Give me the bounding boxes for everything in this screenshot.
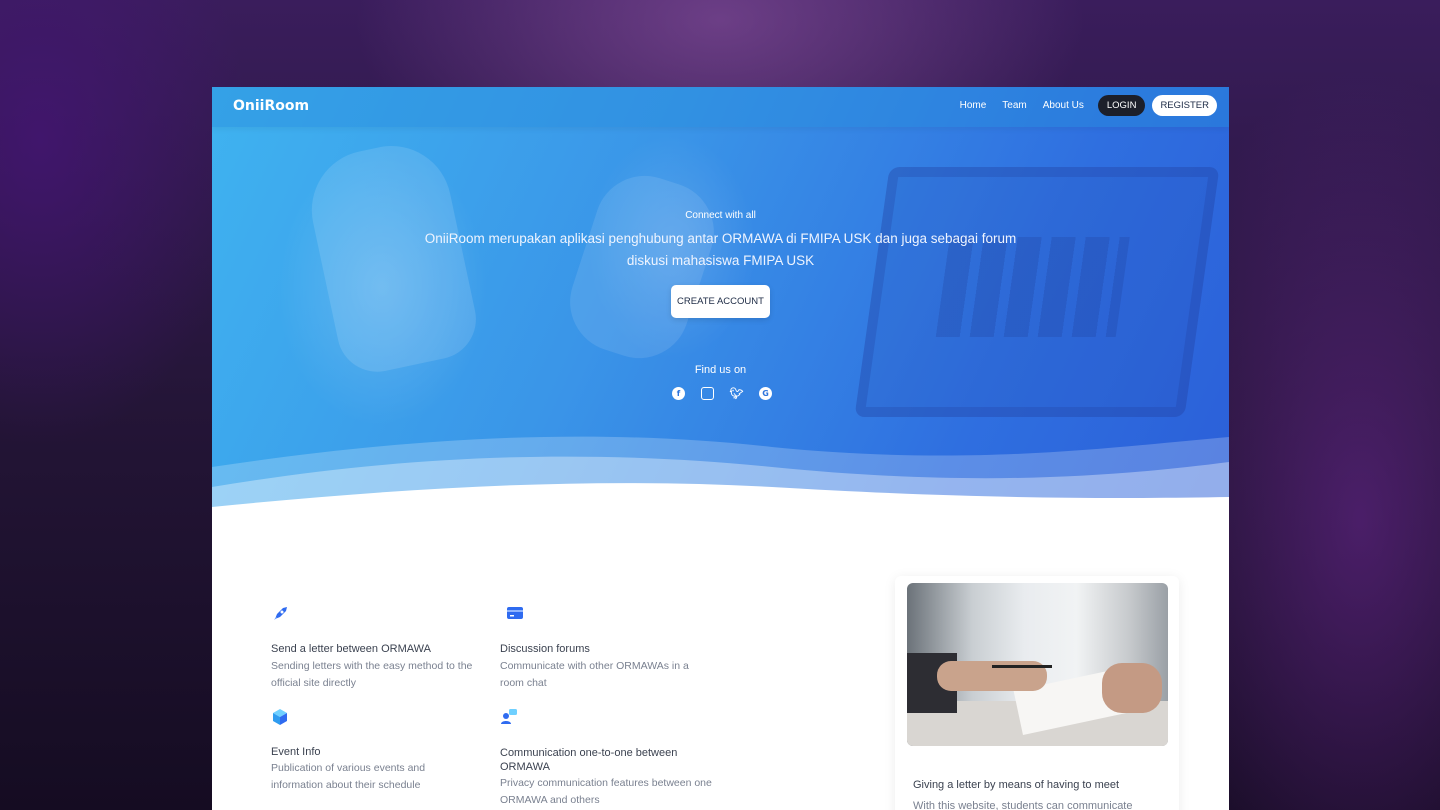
feature-title: Communication one-to-one between ORMAWA — [500, 747, 678, 773]
feature-description: Communicate with other ORMAWAs in a room… — [500, 660, 689, 689]
register-button[interactable]: REGISTER — [1152, 95, 1217, 116]
credit-card-icon — [507, 607, 523, 619]
instagram-icon[interactable] — [701, 387, 714, 400]
hero-description: OniiRoom merupakan aplikasi penghubung a… — [424, 231, 1017, 268]
google-plus-icon[interactable]: G — [759, 387, 772, 400]
login-button[interactable]: LOGIN — [1097, 95, 1146, 116]
nav-home[interactable]: Home — [952, 100, 995, 111]
hero-tagline: Connect with all — [685, 210, 756, 221]
user-chat-icon — [501, 709, 517, 724]
navbar: OniiRoom Home Team About Us LOGIN REGIST… — [212, 87, 1229, 127]
feature-title: Discussion forums — [500, 643, 590, 655]
hero-photo-laptop — [854, 167, 1220, 417]
card-image-hand — [1102, 663, 1162, 713]
browser-page: OniiRoom Home Team About Us LOGIN REGIST… — [212, 87, 1229, 810]
info-card: Giving a letter by means of having to me… — [895, 576, 1179, 810]
rocket-icon — [274, 607, 287, 620]
nav-team[interactable]: Team — [994, 100, 1034, 111]
nav-about-us[interactable]: About Us — [1035, 100, 1092, 111]
card-image — [907, 583, 1168, 746]
social-links: f 🐦︎ G — [672, 387, 772, 400]
twitter-icon[interactable]: 🐦︎ — [730, 387, 744, 400]
create-account-button[interactable]: CREATE ACCOUNT — [671, 285, 770, 318]
feature-title: Send a letter between ORMAWA — [271, 643, 431, 655]
hero-section: OniiRoom Home Team About Us LOGIN REGIST… — [212, 87, 1229, 517]
nav-links: Home Team About Us LOGIN REGISTER — [952, 95, 1217, 116]
feature-description: Sending letters with the easy method to … — [271, 660, 473, 689]
feature-description: Privacy communication features between o… — [500, 777, 712, 806]
feature-description: Publication of various events and inform… — [271, 762, 426, 791]
feature-title: Event Info — [271, 746, 321, 758]
card-description: With this website, students can communic… — [913, 800, 1133, 810]
hero-wave — [212, 436, 1229, 517]
facebook-icon[interactable]: f — [672, 387, 685, 400]
card-image-pen — [992, 665, 1052, 668]
brand-logo[interactable]: OniiRoom — [233, 98, 309, 114]
card-title: Giving a letter by means of having to me… — [913, 779, 1120, 791]
cube-icon — [273, 709, 287, 725]
find-us-label: Find us on — [694, 364, 747, 376]
